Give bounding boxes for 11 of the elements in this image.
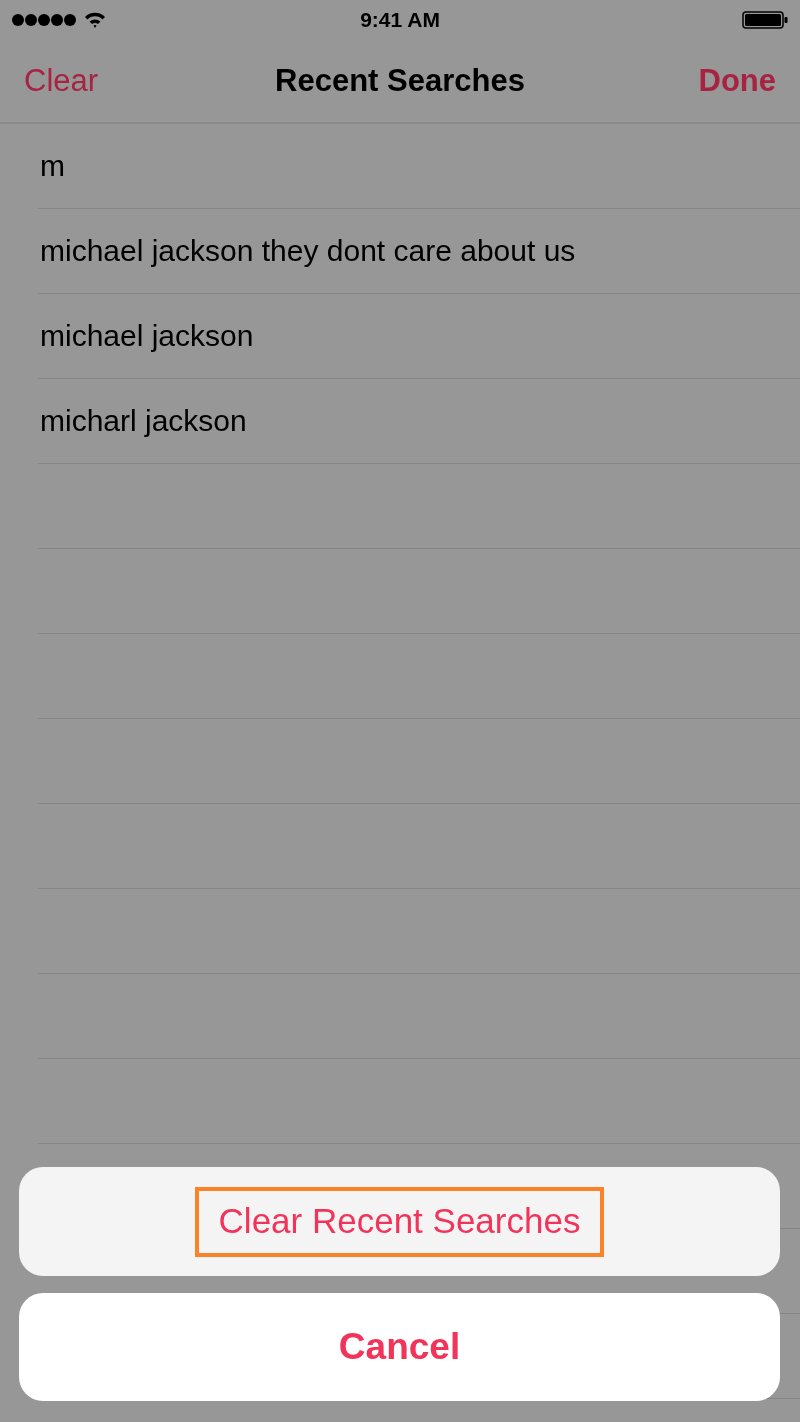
wifi-icon xyxy=(84,11,106,29)
search-item[interactable]: m xyxy=(38,149,65,183)
search-item[interactable]: michael jackson they dont care about us xyxy=(38,234,576,268)
search-item[interactable]: michael jackson xyxy=(38,319,254,353)
battery-icon xyxy=(742,11,788,29)
search-item[interactable]: micharl jackson xyxy=(38,404,247,438)
status-time: 9:41 AM xyxy=(360,8,440,32)
cancel-button[interactable]: Cancel xyxy=(19,1293,780,1401)
signal-icon xyxy=(12,14,76,26)
clear-recent-searches-button[interactable]: Clear Recent Searches xyxy=(194,1186,605,1257)
nav-title: Recent Searches xyxy=(275,63,525,99)
